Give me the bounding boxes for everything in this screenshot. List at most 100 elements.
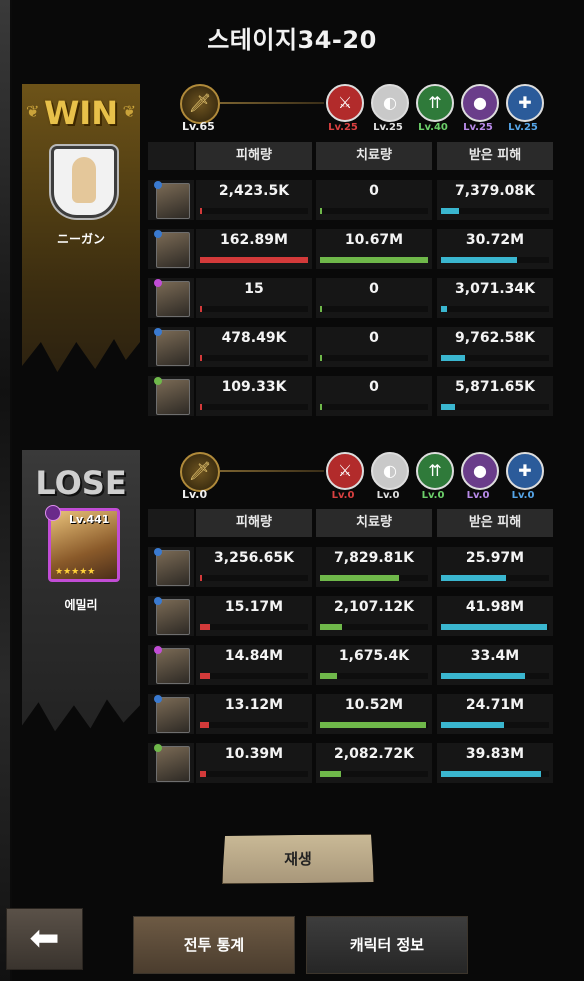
background-edge: [0, 0, 10, 981]
unit-portrait[interactable]: [154, 597, 190, 635]
back-button[interactable]: ⬅: [6, 908, 83, 970]
stat-bar-track: [441, 771, 549, 777]
stat-bar-track: [441, 673, 549, 679]
stat-bar-track: [320, 722, 428, 728]
stat-bar-track: [200, 404, 308, 410]
stat-bar-track: [200, 306, 308, 312]
lose-label: LOSE: [35, 464, 127, 502]
stat-bar-fill: [441, 257, 517, 263]
stat-bar-fill: [441, 355, 465, 361]
stat-bar-track: [441, 208, 549, 214]
stat-bar-track: [320, 208, 428, 214]
stat-cell-damage: 478.49K: [196, 327, 312, 367]
stat-cell-heal: 2,107.12K: [316, 596, 432, 636]
stat-bar-fill: [320, 624, 342, 630]
stat-cell-taken: 33.4M: [437, 645, 553, 685]
stat-cell-taken: 9,762.58K: [437, 327, 553, 367]
stat-cell-taken: 3,071.34K: [437, 278, 553, 318]
shield-icon[interactable]: ◐: [371, 84, 409, 122]
stat-bar-fill: [200, 208, 202, 214]
lose-team-buffs: 🗡 Lv.0 ⚔ Lv.0 ◐ Lv.0 ⇈ Lv.0 ● Lv.0 ✚ Lv.0: [180, 452, 544, 504]
stat-bar-track: [441, 257, 549, 263]
lose-character-portrait[interactable]: Lv.441 ★★★★★: [45, 505, 120, 582]
portrait-cell: [148, 743, 194, 783]
stat-cell-damage: 13.12M: [196, 694, 312, 734]
header-damage: 피해량: [196, 142, 312, 170]
stat-bar-fill: [441, 306, 447, 312]
stat-value-taken: 5,871.65K: [455, 379, 535, 395]
stat-bar-fill: [200, 306, 202, 312]
header-damage: 피해량: [196, 509, 312, 537]
unit-portrait[interactable]: [154, 181, 190, 219]
table-row: 162.89M 10.67M 30.72M: [146, 229, 554, 269]
stat-value-heal: 7,829.81K: [334, 550, 414, 566]
arrows-icon[interactable]: ⇈: [416, 452, 454, 490]
buff-level: Lv.25: [463, 122, 493, 133]
header-corner: [148, 509, 194, 537]
stat-bar-track: [320, 771, 428, 777]
header-heal: 치료량: [316, 142, 432, 170]
stat-bar-fill: [320, 355, 322, 361]
table-row: 2,423.5K 0 7,379.08K: [146, 180, 554, 220]
header-taken: 받은 피해: [437, 509, 553, 537]
unit-portrait[interactable]: [154, 279, 190, 317]
buff-level: Lv.0: [376, 490, 400, 501]
back-arrow-icon: ⬅: [29, 918, 60, 959]
stat-bar-fill: [200, 575, 202, 581]
stat-bar-track: [320, 673, 428, 679]
class-badge-icon: [154, 279, 162, 287]
stat-bar-track: [441, 404, 549, 410]
unit-portrait[interactable]: [154, 548, 190, 586]
replay-button[interactable]: 재생: [222, 834, 374, 884]
stat-bar-fill: [441, 575, 506, 581]
lose-character-stars: ★★★★★: [55, 567, 96, 577]
unit-portrait[interactable]: [154, 646, 190, 684]
stat-value-heal: 10.67M: [344, 232, 404, 248]
character-info-button[interactable]: 캐릭터 정보: [306, 916, 468, 974]
stat-cell-heal: 0: [316, 376, 432, 416]
stat-bar-track: [441, 575, 549, 581]
medic-cross-icon[interactable]: ✚: [506, 452, 544, 490]
portrait-cell: [148, 376, 194, 416]
stat-bar-track: [320, 624, 428, 630]
stat-bar-track: [200, 722, 308, 728]
axes-icon[interactable]: ⚔: [326, 452, 364, 490]
stat-bar-fill: [320, 673, 337, 679]
stat-bar-fill: [200, 355, 202, 361]
buff-level: Lv.25: [373, 122, 403, 133]
unit-portrait[interactable]: [154, 744, 190, 782]
stat-value-damage: 3,256.65K: [214, 550, 294, 566]
stat-cell-heal: 0: [316, 327, 432, 367]
unit-portrait[interactable]: [154, 328, 190, 366]
unit-portrait[interactable]: [154, 377, 190, 415]
leader-sword-icon[interactable]: 🗡: [180, 84, 220, 124]
stat-bar-track: [320, 257, 428, 263]
stat-value-damage: 15.17M: [224, 599, 284, 615]
axes-icon[interactable]: ⚔: [326, 84, 364, 122]
unit-portrait[interactable]: [154, 695, 190, 733]
stat-cell-taken: 30.72M: [437, 229, 553, 269]
buff-level: Lv.25: [328, 122, 358, 133]
stat-bar-track: [200, 673, 308, 679]
win-character-portrait[interactable]: [51, 146, 117, 218]
header-taken: 받은 피해: [437, 142, 553, 170]
buff-level: Lv.40: [418, 122, 448, 133]
stat-value-taken: 41.98M: [465, 599, 525, 615]
shield-icon[interactable]: ◐: [371, 452, 409, 490]
grenade-icon[interactable]: ●: [461, 84, 499, 122]
stat-value-taken: 7,379.08K: [455, 183, 535, 199]
battle-stats-button[interactable]: 전투 통계: [133, 916, 295, 974]
grenade-icon[interactable]: ●: [461, 452, 499, 490]
medic-cross-icon[interactable]: ✚: [506, 84, 544, 122]
arrows-icon[interactable]: ⇈: [416, 84, 454, 122]
leader-sword-icon[interactable]: 🗡: [180, 452, 220, 492]
unit-portrait[interactable]: [154, 230, 190, 268]
stat-cell-heal: 2,082.72K: [316, 743, 432, 783]
stat-bar-track: [441, 306, 549, 312]
stat-bar-fill: [320, 771, 341, 777]
win-team-buffs: 🗡 Lv.65 ⚔ Lv.25 ◐ Lv.25 ⇈ Lv.40 ● Lv.25 ✚ Lv.25: [180, 84, 544, 136]
stat-bar-track: [320, 575, 428, 581]
stat-bar-track: [200, 257, 308, 263]
stat-cell-damage: 3,256.65K: [196, 547, 312, 587]
stat-bar-track: [441, 722, 549, 728]
